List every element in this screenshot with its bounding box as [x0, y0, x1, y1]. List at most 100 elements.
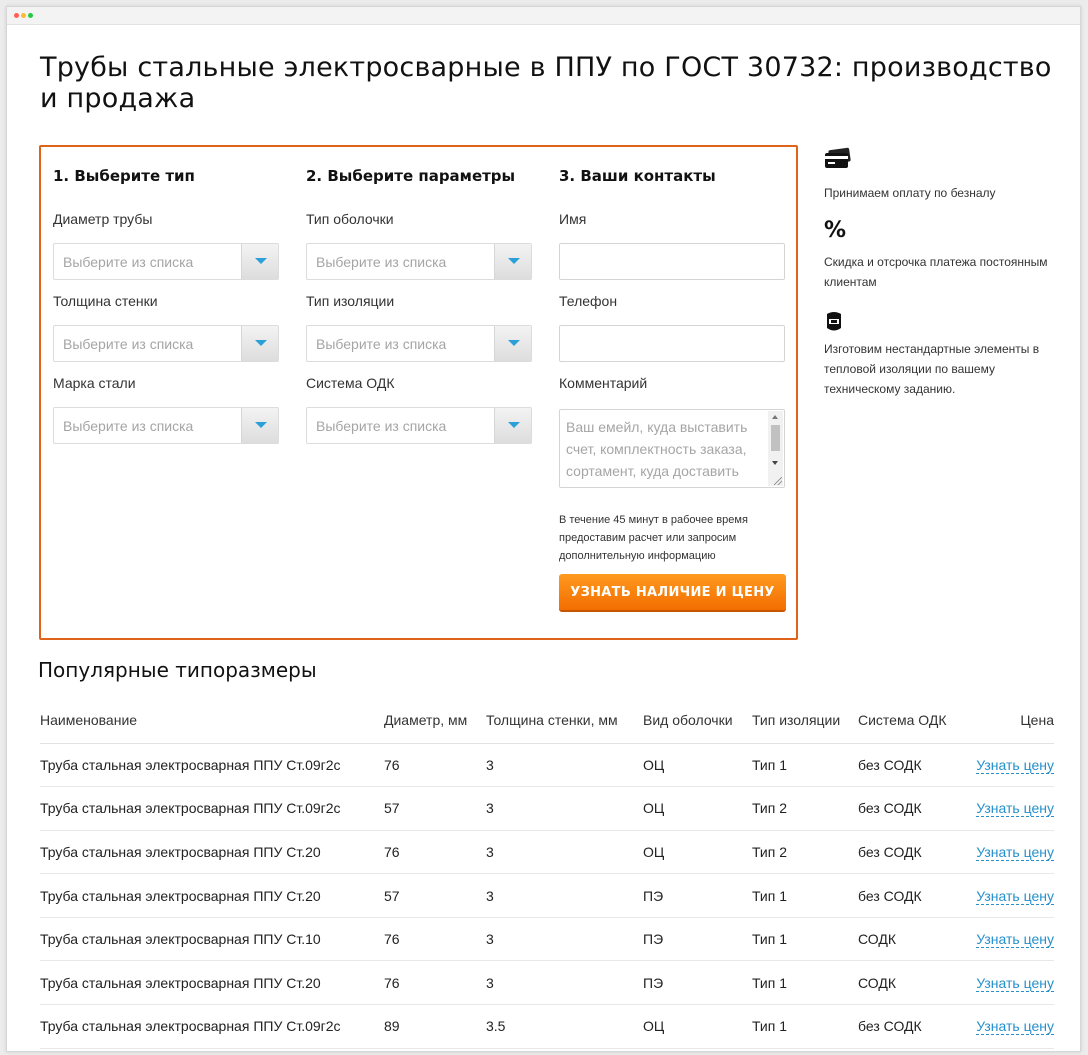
chevron-down-icon[interactable] [494, 408, 531, 443]
cell-insulation: Тип 2 [752, 786, 858, 831]
name-input[interactable] [559, 243, 785, 280]
cell-wall: 3 [486, 960, 643, 1006]
cell-insulation: Тип 1 [752, 1004, 858, 1049]
price-cell: Узнать цену [963, 743, 1054, 788]
wall-thickness-select[interactable]: Выберите из списка [53, 325, 279, 362]
cell-insulation: Тип 1 [752, 743, 858, 788]
cell-name: Труба стальная электросварная ППУ Ст.20 [40, 960, 384, 1006]
table-row: Труба стальная электросварная ППУ Ст.09г… [40, 1004, 1054, 1049]
benefit-text: Скидка и отсрочка платежа постоянным кли… [824, 255, 1048, 289]
cell-odk: СОДК [858, 960, 963, 1006]
step-3-heading: 3. Ваши контакты [559, 167, 716, 185]
maximize-window-dot[interactable] [28, 13, 33, 18]
sheath-type-label: Тип оболочки [306, 211, 394, 227]
check-price-button[interactable]: УЗНАТЬ НАЛИЧИЕ И ЦЕНУ [559, 574, 786, 610]
table-row: Труба стальная электросварная ППУ Ст.20 5… [40, 873, 1054, 918]
cell-sheath: ОЦ [643, 1004, 752, 1049]
cell-diameter: 76 [384, 960, 486, 1006]
insulation-type-select[interactable]: Выберите из списка [306, 325, 532, 362]
response-time-note: В течение 45 минут в рабочее время предо… [559, 514, 748, 562]
column-header-diameter: Диаметр, мм [384, 697, 486, 744]
price-cell: Узнать цену [963, 830, 1054, 875]
cell-name: Труба стальная электросварная ППУ Ст.09г… [40, 1004, 384, 1049]
steel-grade-label: Марка стали [53, 375, 136, 391]
check-price-link[interactable]: Узнать цену [976, 800, 1054, 818]
check-price-link[interactable]: Узнать цену [976, 756, 1054, 774]
table-row: Труба стальная электросварная ППУ Ст.09г… [40, 743, 1054, 788]
benefit-text: Изготовим нестандартные элементы в тепло… [824, 342, 1040, 396]
column-header-name: Наименование [40, 697, 384, 744]
column-header-sheath: Вид оболочки [643, 697, 752, 744]
chevron-down-icon[interactable] [494, 326, 531, 361]
cell-sheath: ПЭ [643, 960, 752, 1006]
steel-grade-select-value: Выберите из списка [63, 418, 194, 434]
comment-textarea[interactable]: Ваш емейл, куда выставить счет, комплект… [559, 409, 785, 488]
column-header-price: Цена [963, 697, 1054, 744]
close-window-dot[interactable] [14, 13, 19, 18]
table-row: Труба стальная электросварная ППУ Ст.09г… [40, 786, 1054, 831]
cell-diameter: 76 [384, 743, 486, 788]
price-cell: Узнать цену [963, 960, 1054, 1006]
order-form: 1. Выберите тип Диаметр трубы Выберите и… [39, 145, 798, 640]
cell-odk: без СОДК [858, 830, 963, 875]
cell-name: Труба стальная электросварная ППУ Ст.20 [40, 873, 384, 918]
resize-grip-icon[interactable] [774, 477, 782, 485]
cell-sheath: ПЭ [643, 873, 752, 918]
chevron-down-icon[interactable] [241, 326, 278, 361]
comment-placeholder: Ваш емейл, куда выставить счет, комплект… [566, 419, 748, 479]
cell-wall: 3 [486, 873, 643, 918]
cell-diameter: 57 [384, 873, 486, 918]
check-price-link[interactable]: Узнать цену [976, 887, 1054, 905]
check-price-link[interactable]: Узнать цену [976, 1018, 1054, 1036]
cell-wall: 3 [486, 743, 643, 788]
chevron-down-icon[interactable] [241, 408, 278, 443]
odk-system-select[interactable]: Выберите из списка [306, 407, 532, 444]
price-cell: Узнать цену [963, 786, 1054, 831]
check-price-link[interactable]: Узнать цену [976, 931, 1054, 949]
wall-thickness-label: Толщина стенки [53, 293, 158, 309]
cell-insulation: Тип 2 [752, 830, 858, 875]
cell-diameter: 57 [384, 786, 486, 831]
cell-diameter: 89 [384, 1004, 486, 1049]
comment-scrollbar[interactable] [768, 411, 783, 486]
insulation-type-select-value: Выберите из списка [316, 336, 447, 352]
popular-sizes-table: Наименование Диаметр, мм Толщина стенки,… [40, 697, 1054, 1049]
cell-sheath: ОЦ [643, 830, 752, 875]
cell-insulation: Тип 1 [752, 917, 858, 962]
cell-wall: 3 [486, 917, 643, 962]
wall-thickness-select-value: Выберите из списка [63, 336, 194, 352]
cell-insulation: Тип 1 [752, 873, 858, 918]
table-row: Труба стальная электросварная ППУ Ст.10 7… [40, 917, 1054, 962]
cell-wall: 3 [486, 786, 643, 831]
cell-name: Труба стальная электросварная ППУ Ст.09г… [40, 743, 384, 788]
credit-card-icon [824, 147, 852, 176]
cell-name: Труба стальная электросварная ППУ Ст.20 [40, 830, 384, 875]
column-header-insulation: Тип изоляции [752, 697, 858, 744]
steel-grade-select[interactable]: Выберите из списка [53, 407, 279, 444]
scroll-down-icon[interactable] [772, 461, 778, 465]
cell-sheath: ПЭ [643, 917, 752, 962]
phone-input[interactable] [559, 325, 785, 362]
sheath-type-select[interactable]: Выберите из списка [306, 243, 532, 280]
cell-odk: СОДК [858, 917, 963, 962]
scroll-thumb[interactable] [771, 425, 780, 451]
check-price-link[interactable]: Узнать цену [976, 843, 1054, 861]
window-titlebar [7, 7, 1080, 25]
check-price-link[interactable]: Узнать цену [976, 974, 1054, 992]
cell-odk: без СОДК [858, 786, 963, 831]
comment-label: Комментарий [559, 375, 648, 391]
table-body: Труба стальная электросварная ППУ Ст.09г… [40, 743, 1054, 1049]
chevron-down-icon[interactable] [494, 244, 531, 279]
name-label: Имя [559, 211, 587, 227]
diameter-select[interactable]: Выберите из списка [53, 243, 279, 280]
cell-name: Труба стальная электросварная ППУ Ст.10 [40, 917, 384, 962]
minimize-window-dot[interactable] [21, 13, 26, 18]
step-1-heading: 1. Выберите тип [53, 167, 195, 185]
insulation-type-label: Тип изоляции [306, 293, 395, 309]
price-cell: Узнать цену [963, 873, 1054, 918]
diameter-label: Диаметр трубы [53, 211, 153, 227]
table-row: Труба стальная электросварная ППУ Ст.20 7… [40, 830, 1054, 875]
chevron-down-icon[interactable] [241, 244, 278, 279]
diameter-select-value: Выберите из списка [63, 254, 194, 270]
scroll-up-icon[interactable] [772, 415, 778, 419]
